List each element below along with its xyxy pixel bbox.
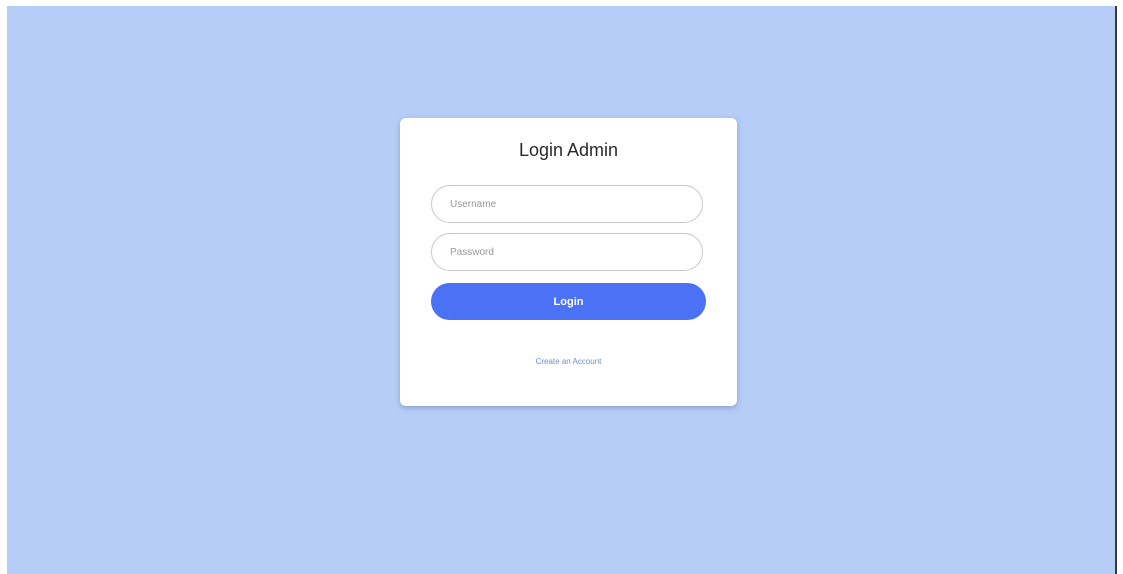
password-input[interactable] <box>431 233 703 271</box>
username-input[interactable] <box>431 185 703 223</box>
login-button[interactable]: Login <box>431 283 706 320</box>
login-card: Login Admin Login Create an Account <box>400 118 737 406</box>
page-title: Login Admin <box>518 140 619 160</box>
create-account-link[interactable]: Create an Account <box>400 357 737 366</box>
page-background: Login Admin Login Create an Account <box>7 6 1115 574</box>
window-edge-divider <box>1115 6 1117 574</box>
